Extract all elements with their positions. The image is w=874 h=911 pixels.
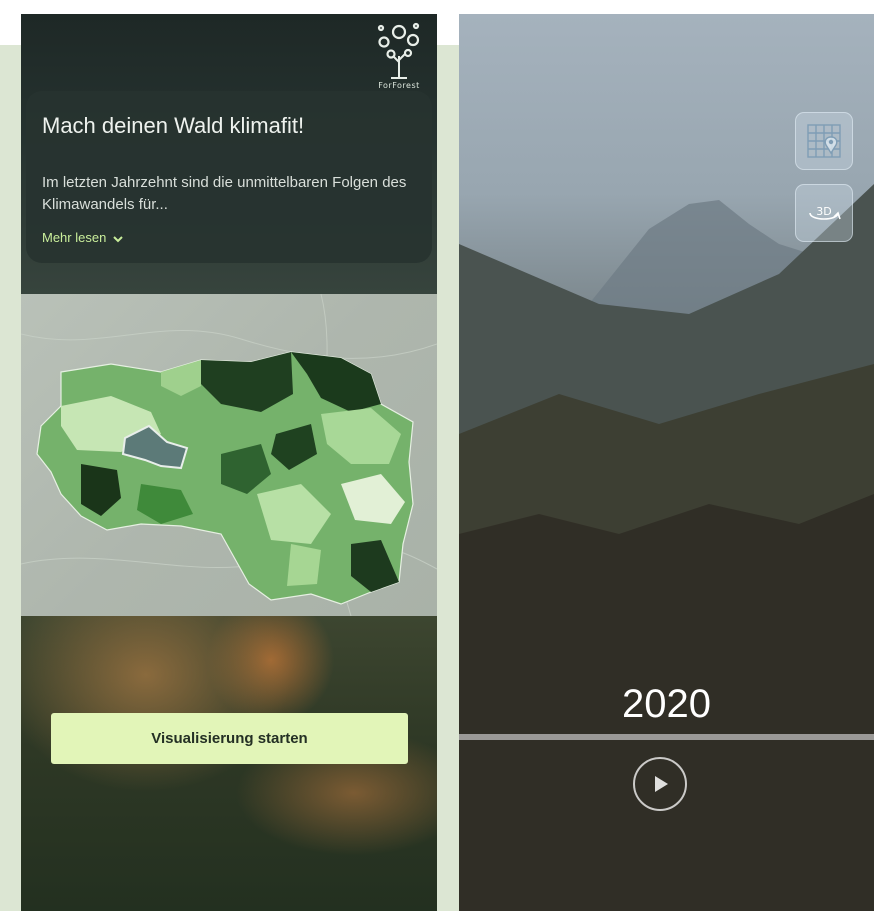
info-sidebar: ForForest Mach deinen Wald klimafit! Im … bbox=[21, 14, 437, 911]
forforest-logo: ForForest bbox=[369, 16, 429, 92]
timeline-slider[interactable] bbox=[459, 734, 874, 740]
read-more-link[interactable]: Mehr lesen bbox=[42, 230, 124, 245]
svg-text:3D: 3D bbox=[816, 205, 831, 218]
region-map[interactable] bbox=[21, 293, 437, 617]
play-icon bbox=[655, 776, 668, 792]
view-3d-button[interactable]: 3D bbox=[795, 184, 853, 242]
logo-text: ForForest bbox=[378, 81, 420, 90]
forest-viewer[interactable]: 3D 2020 bbox=[459, 14, 874, 911]
rotate-3d-icon: 3D bbox=[809, 205, 841, 220]
chevron-down-icon bbox=[113, 235, 123, 242]
map-pin-icon bbox=[807, 124, 841, 158]
map-view-button[interactable] bbox=[795, 112, 853, 170]
start-visualization-button[interactable]: Visualisierung starten bbox=[51, 713, 408, 764]
card-title: Mach deinen Wald klimafit! bbox=[42, 113, 305, 138]
intro-card: Mach deinen Wald klimafit! Im letzten Ja… bbox=[26, 91, 432, 263]
read-more-label: Mehr lesen bbox=[42, 230, 107, 245]
year-label: 2020 bbox=[622, 682, 711, 726]
card-text: Im letzten Jahrzehnt sind die unmittelba… bbox=[42, 174, 407, 213]
play-button[interactable] bbox=[633, 757, 687, 811]
